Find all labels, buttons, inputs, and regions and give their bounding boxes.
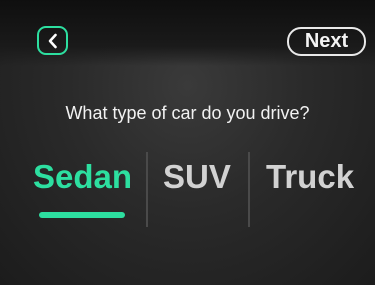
selected-underline (39, 212, 125, 218)
next-button[interactable]: Next (287, 27, 366, 56)
option-sedan[interactable]: Sedan (33, 155, 132, 199)
option-truck[interactable]: Truck (266, 155, 354, 199)
option-suv[interactable]: SUV (163, 155, 231, 199)
car-type-screen: Next What type of car do you drive? Seda… (0, 0, 375, 285)
back-button[interactable] (37, 26, 68, 55)
chevron-left-icon (47, 33, 59, 49)
question-text: What type of car do you drive? (65, 103, 310, 123)
option-divider (248, 152, 250, 227)
option-divider (146, 152, 148, 227)
